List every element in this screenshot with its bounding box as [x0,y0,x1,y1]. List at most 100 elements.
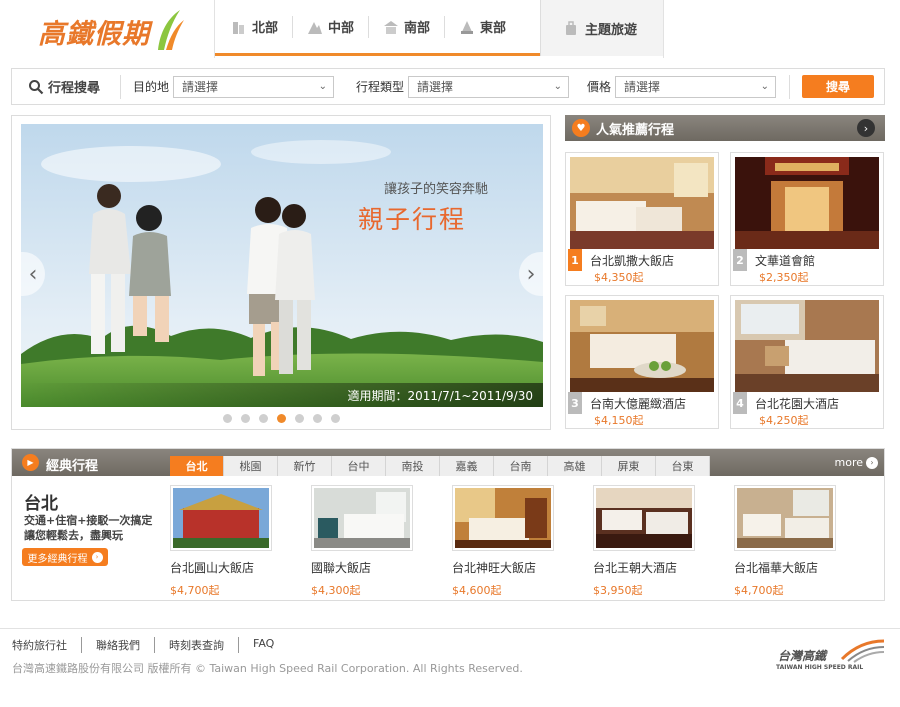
slide-dots [12,414,550,423]
popular-more-button[interactable]: › [857,119,875,137]
hotel-thumbnail [452,485,554,551]
region-nav: 北部 中部 南部 東部 [215,0,540,56]
popular-card[interactable]: 1 台北凱撒大飯店 $4,350起 [565,152,719,286]
classic-hotel-price: $4,600起 [452,584,502,597]
slide-dot[interactable] [258,414,268,423]
copyright: 台灣高速鐵路股份有限公司 版權所有 © Taiwan High Speed Ra… [12,662,523,675]
slide-dot[interactable] [222,414,232,423]
tab-city[interactable]: 台中 [332,456,386,476]
chevron-down-icon: ⌄ [318,81,328,92]
tab-city[interactable]: 桃園 [224,456,278,476]
classic-hotel-name: 台北神旺大飯店 [452,561,537,575]
chevron-right-icon: › [91,551,103,563]
popular-hotel-price: $4,150起 [594,414,644,427]
nav-label-north: 北部 [252,21,279,36]
price-select[interactable]: 請選擇 ⌄ [615,75,777,98]
nav-item-east[interactable]: 東部 [444,15,520,38]
tab-city[interactable]: 台南 [494,456,548,476]
destination-value: 請選擇 [182,80,219,94]
classic-hotel-card[interactable]: 台北圓山大飯店 $4,700起 [170,485,275,598]
banner-title: 親子行程 [358,205,467,234]
classic-hotel-price: $4,700起 [734,584,784,597]
nav-item-central[interactable]: 中部 [292,15,368,38]
bag-icon [566,21,576,35]
slide-dot[interactable] [330,414,340,423]
hotel-photo [570,300,714,392]
search-title: 行程搜尋 [12,74,121,99]
banner-subtitle: 讓孩子的笑容奔馳 [384,182,489,197]
nav-item-theme[interactable]: 主題旅遊 [540,0,663,56]
tab-city[interactable]: 新竹 [278,456,332,476]
classic-hotel-card[interactable]: 台北福華大飯店 $4,700起 [734,485,839,598]
slide-dot[interactable] [240,414,250,423]
tab-city[interactable]: 嘉義 [440,456,494,476]
popular-card[interactable]: 3 台南大億麗緻酒店 $4,150起 [565,295,719,429]
hotel-thumbnail [170,485,272,551]
classic-hotel-card[interactable]: 台北神旺大飯店 $4,600起 [452,485,557,598]
chevron-down-icon: ⌄ [553,81,563,92]
footer-link-contact[interactable]: 聯絡我們 [81,637,154,653]
tab-city[interactable]: 台東 [656,456,710,476]
family-running-photo [21,124,543,407]
footer-links: 特約旅行社 聯絡我們 時刻表查詢 FAQ [12,637,288,653]
classic-hotel-name: 台北福華大飯店 [734,561,819,575]
nav-label-central: 中部 [328,21,355,36]
price-value: 請選擇 [624,80,661,94]
popular-card[interactable]: 2 文華道會館 $2,350起 [730,152,884,286]
popular-hotel-name: 台北凱撒大飯店 [590,254,675,268]
classic-hotel-price: $3,950起 [593,584,643,597]
thsr-logo[interactable]: 台灣高鐵 TAIWAN HIGH SPEED RAIL [776,635,888,675]
slide-dot[interactable] [312,414,322,423]
classic-hotel-price: $4,300起 [311,584,361,597]
trip-type-select[interactable]: 請選擇 ⌄ [408,75,570,98]
logo-text: 高鐵假期 [38,18,150,50]
popular-header: ♥ 人氣推薦行程 › [565,115,885,141]
tab-city[interactable]: 台北 [170,456,224,476]
nav-label-south: 南部 [404,21,431,36]
classic-hotel-card[interactable]: 國聯大飯店 $4,300起 [311,485,416,598]
footer-link-timetable[interactable]: 時刻表查詢 [154,637,238,653]
tab-city[interactable]: 屏東 [602,456,656,476]
classic-hotel-price: $4,700起 [170,584,220,597]
more-classic-trips-button[interactable]: 更多經典行程 › [22,548,108,566]
wave-icon [461,20,474,34]
city-desc-line: 讓您輕鬆去，盡興玩 [24,529,123,542]
hotel-thumbnail [311,485,413,551]
hotel-thumbnail [734,485,836,551]
classic-hotel-card[interactable]: 台北王朝大酒店 $3,950起 [593,485,698,598]
hotel-photo [570,157,714,249]
more-classic-label: 更多經典行程 [27,553,88,565]
banner-slide[interactable]: 讓孩子的笑容奔馳 親子行程 適用期間：2011/7/1~2011/9/30 [21,124,543,407]
classic-header: ▶ 經典行程 台北 桃園 新竹 台中 南投 嘉義 台南 高雄 屏東 台東 mor… [12,449,884,476]
slide-dot[interactable] [294,414,304,423]
city-tabs: 台北 桃園 新竹 台中 南投 嘉義 台南 高雄 屏東 台東 [170,456,710,476]
play-icon: ▶ [22,454,39,471]
trip-search-bar: 行程搜尋 目的地 請選擇 ⌄ 行程類型 請選擇 ⌄ 價格 請選擇 ⌄ 搜尋 [11,68,885,105]
classic-hotel-name: 台北圓山大飯店 [170,561,255,575]
city-desc-line: 交通+住宿+接駁一次搞定 [24,514,153,527]
city-description: 交通+住宿+接駁一次搞定 讓您輕鬆去，盡興玩 [24,513,174,543]
tab-city[interactable]: 高雄 [548,456,602,476]
nav-label-theme: 主題旅遊 [585,22,638,38]
tab-city[interactable]: 南投 [386,456,440,476]
rank-badge: 4 [733,392,747,414]
search-button[interactable]: 搜尋 [802,75,874,98]
popular-title: 人氣推薦行程 [596,122,675,138]
chevron-left-icon: ‹ [28,261,38,287]
footer-divider [0,628,900,629]
nav-label-east: 東部 [480,21,507,36]
temple-icon [384,20,399,34]
site-logo[interactable]: 高鐵假期 [38,6,186,56]
classic-more-link[interactable]: more › [834,456,878,469]
thsr-logo-cn: 台灣高鐵 [778,649,827,663]
footer-link-faq[interactable]: FAQ [238,637,288,653]
footer-link-agents[interactable]: 特約旅行社 [12,637,81,653]
rank-badge: 2 [733,249,747,271]
popular-card[interactable]: 4 台北花園大酒店 $4,250起 [730,295,884,429]
destination-select[interactable]: 請選擇 ⌄ [173,75,335,98]
search-title-label: 行程搜尋 [48,81,101,96]
more-label: more [834,456,864,469]
slide-dot-active[interactable] [276,414,286,423]
nav-item-north[interactable]: 北部 [217,16,292,38]
nav-item-south[interactable]: 南部 [368,15,444,38]
